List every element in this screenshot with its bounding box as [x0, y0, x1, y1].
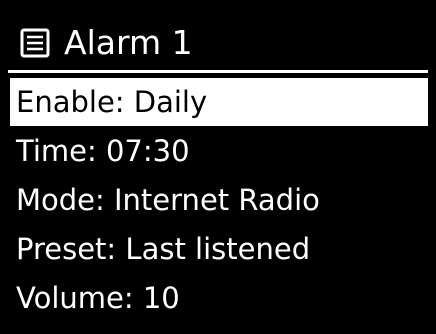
- menu-item-enable[interactable]: Enable: Daily: [10, 78, 428, 126]
- alarm-settings-screen: Alarm 1 Enable: Daily Time: 07:30 Mode: …: [0, 0, 436, 334]
- menu-item-mode[interactable]: Mode: Internet Radio: [10, 176, 428, 224]
- title-divider: [8, 70, 428, 73]
- menu-item-time[interactable]: Time: 07:30: [10, 127, 428, 175]
- page-title: Alarm 1: [64, 23, 193, 62]
- menu-item-preset[interactable]: Preset: Last listened: [10, 225, 428, 273]
- menu-list-icon: [20, 28, 50, 58]
- title-bar: Alarm 1: [0, 18, 436, 68]
- menu-item-volume[interactable]: Volume: 10: [10, 274, 428, 322]
